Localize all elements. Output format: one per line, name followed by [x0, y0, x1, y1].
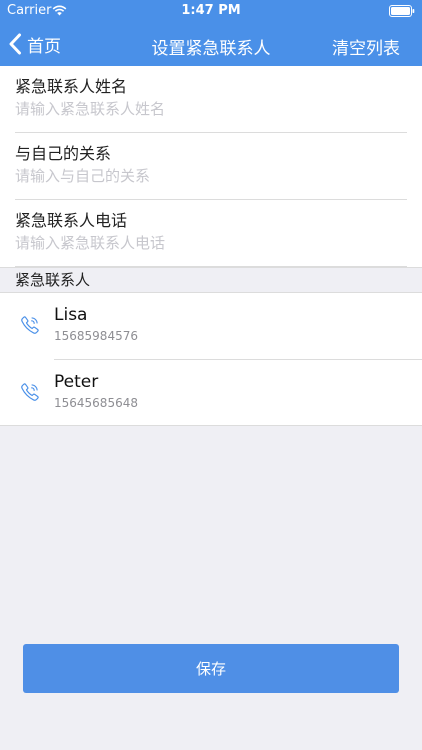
chevron-left-icon	[9, 33, 21, 55]
phone-icon	[21, 383, 39, 401]
contact-name: Lisa	[54, 305, 88, 325]
contact-form: 紧急联系人姓名 与自己的关系 紧急联系人电话	[0, 66, 422, 267]
contact-phone: 15645685648	[54, 396, 138, 410]
clear-list-button[interactable]: 清空列表	[332, 34, 400, 59]
back-label: 首页	[27, 36, 61, 57]
relationship-field-label: 与自己的关系	[15, 144, 112, 163]
relationship-field: 与自己的关系	[15, 133, 407, 200]
top-bar: Carrier 1:47 PM 首页 设置紧急联系人 清空列表	[0, 0, 422, 66]
phone-icon	[21, 316, 39, 334]
contact-phone: 15685984576	[54, 329, 138, 343]
name-field: 紧急联系人姓名	[15, 66, 407, 133]
phone-field-label: 紧急联系人电话	[15, 211, 128, 230]
phone-input[interactable]	[15, 231, 407, 255]
contacts-list: Lisa 15685984576 Peter 15645685648	[0, 292, 422, 426]
battery-icon	[389, 5, 415, 17]
list-item[interactable]: Peter 15645685648	[0, 360, 422, 427]
list-item[interactable]: Lisa 15685984576	[0, 293, 422, 360]
back-button[interactable]: 首页	[8, 22, 61, 66]
navigation-bar: 首页 设置紧急联系人 清空列表	[0, 22, 422, 66]
status-time: 1:47 PM	[181, 3, 241, 18]
status-bar: Carrier 1:47 PM	[0, 0, 422, 22]
save-button[interactable]: 保存	[23, 644, 399, 693]
phone-field: 紧急联系人电话	[15, 200, 407, 267]
name-field-label: 紧急联系人姓名	[15, 77, 128, 96]
contacts-section-header: 紧急联系人	[0, 267, 422, 292]
name-input[interactable]	[15, 97, 407, 121]
relationship-input[interactable]	[15, 164, 407, 188]
contact-name: Peter	[54, 372, 99, 392]
